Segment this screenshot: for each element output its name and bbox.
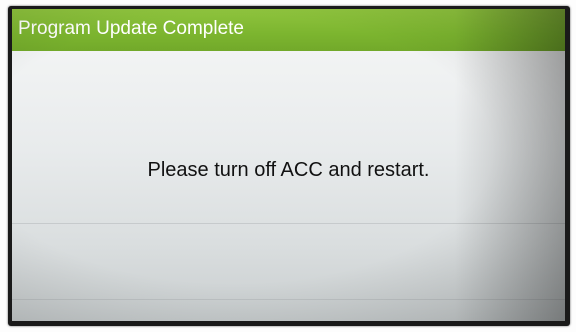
separator-line [12,223,565,224]
dialog-title: Program Update Complete [18,18,244,39]
photo-frame: Program Update Complete Please turn off … [0,0,576,332]
title-bar: Program Update Complete [12,9,565,51]
status-message: Please turn off ACC and restart. [147,159,430,181]
head-unit-screen: Program Update Complete Please turn off … [12,9,565,321]
separator-line [12,299,565,300]
